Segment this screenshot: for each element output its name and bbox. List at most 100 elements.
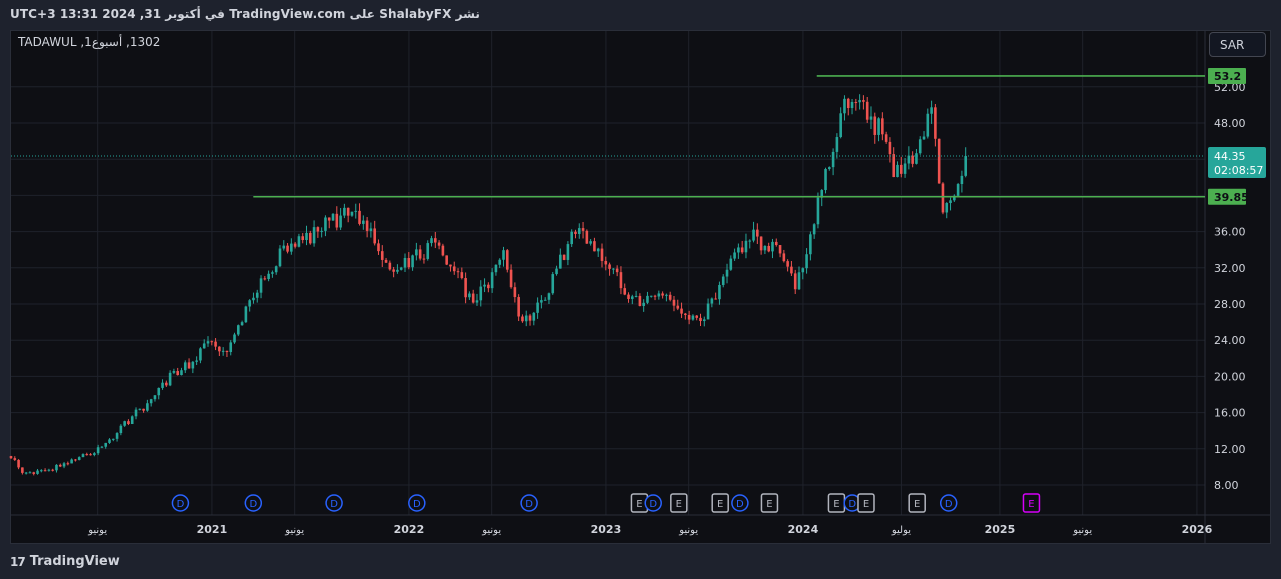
candle-down xyxy=(608,264,611,269)
candle-down xyxy=(452,266,456,272)
earnings-marker-letter: E xyxy=(863,499,869,510)
candle-up xyxy=(839,113,842,138)
candle-down xyxy=(680,308,683,314)
candle-down xyxy=(293,243,297,247)
candle-up xyxy=(642,302,645,306)
candle-up xyxy=(221,350,225,352)
candle-up xyxy=(858,100,861,103)
level-price-label: 39.85 xyxy=(1214,191,1249,204)
tradingview-brand-text: TradingView xyxy=(29,554,120,569)
candle-up xyxy=(146,403,149,411)
candle-down xyxy=(335,213,339,228)
candle-up xyxy=(305,232,308,241)
candle-up xyxy=(551,274,555,294)
candle-down xyxy=(380,251,384,260)
candle-down xyxy=(471,293,475,303)
candle-up xyxy=(748,240,752,242)
candle-down xyxy=(581,228,585,231)
dividend-marker-letter: D xyxy=(330,499,338,510)
candle-up xyxy=(702,319,706,322)
y-tick-label: 36.00 xyxy=(1214,226,1246,239)
candle-up xyxy=(964,156,967,176)
x-tick-label: 2023 xyxy=(591,523,622,536)
dividend-marker-letter: D xyxy=(249,499,257,510)
candle-up xyxy=(570,231,573,245)
candle-up xyxy=(312,227,316,244)
candle-up xyxy=(907,155,911,164)
y-tick-label: 20.00 xyxy=(1214,370,1246,383)
candle-up xyxy=(255,292,259,298)
candle-down xyxy=(85,454,89,456)
candle-up xyxy=(350,211,354,216)
candle-up xyxy=(290,243,293,252)
candle-up xyxy=(896,164,899,178)
candle-up xyxy=(399,267,403,270)
candle-up xyxy=(649,295,653,297)
candle-up xyxy=(354,210,358,212)
candle-up xyxy=(540,300,543,303)
candle-down xyxy=(892,154,896,178)
candle-down xyxy=(51,469,54,471)
candle-down xyxy=(668,294,672,300)
candle-up xyxy=(324,217,327,231)
candle-up xyxy=(282,245,286,249)
candle-up xyxy=(153,395,157,400)
currency-button[interactable]: SAR xyxy=(1209,32,1266,57)
candle-up xyxy=(490,272,494,289)
candle-up xyxy=(343,207,346,216)
tradingview-logo[interactable]: 17 TradingView xyxy=(10,554,120,569)
candle-up xyxy=(945,203,949,213)
candle-up xyxy=(733,252,736,259)
candle-up xyxy=(744,240,748,253)
candle-down xyxy=(32,472,36,474)
candle-down xyxy=(17,459,20,468)
candle-up xyxy=(369,228,373,231)
candle-down xyxy=(9,456,13,459)
candle-up xyxy=(869,116,873,120)
x-tick-label: يوليو xyxy=(891,525,911,536)
candle-down xyxy=(521,316,524,322)
candle-down xyxy=(937,138,941,184)
candle-up xyxy=(547,293,551,300)
candle-up xyxy=(229,342,233,353)
x-tick-label: 2021 xyxy=(197,523,228,536)
candle-up xyxy=(816,197,820,225)
candle-down xyxy=(316,227,320,232)
candle-up xyxy=(956,184,960,196)
candle-down xyxy=(790,266,793,274)
candle-down xyxy=(225,350,229,353)
candle-down xyxy=(418,249,422,259)
candle-down xyxy=(505,250,509,270)
candle-up xyxy=(710,298,714,304)
candle-up xyxy=(763,245,767,251)
candle-down xyxy=(846,98,850,109)
x-tick-label: 2026 xyxy=(1182,523,1213,536)
candle-up xyxy=(259,278,263,293)
candle-down xyxy=(127,421,130,425)
candle-up xyxy=(138,408,142,410)
candle-up xyxy=(559,254,562,269)
y-tick-label: 24.00 xyxy=(1214,334,1246,347)
candle-up xyxy=(646,295,649,303)
candle-up xyxy=(843,98,846,114)
earnings-marker-letter: E xyxy=(636,499,642,510)
candle-down xyxy=(593,241,596,252)
candle-up xyxy=(915,153,918,164)
candle-up xyxy=(752,229,755,241)
dividend-marker-letter: D xyxy=(177,499,185,510)
bottom-bar xyxy=(0,544,1281,579)
candle-up xyxy=(812,224,816,235)
candle-down xyxy=(884,134,888,142)
candle-up xyxy=(801,268,805,273)
candle-up xyxy=(589,241,592,244)
candle-up xyxy=(100,446,104,448)
candle-down xyxy=(865,101,869,120)
candle-up xyxy=(536,302,539,313)
candle-up xyxy=(77,457,81,460)
dividend-marker-letter: D xyxy=(945,499,953,510)
x-tick-label: يونيو xyxy=(1072,525,1092,536)
candle-up xyxy=(543,299,547,301)
candle-down xyxy=(774,241,778,246)
candle-down xyxy=(615,268,619,273)
price-chart[interactable]: 8.00 12.00 16.00 20.00 24.00 28.00 32.00 36.00 4… xyxy=(0,0,1281,579)
